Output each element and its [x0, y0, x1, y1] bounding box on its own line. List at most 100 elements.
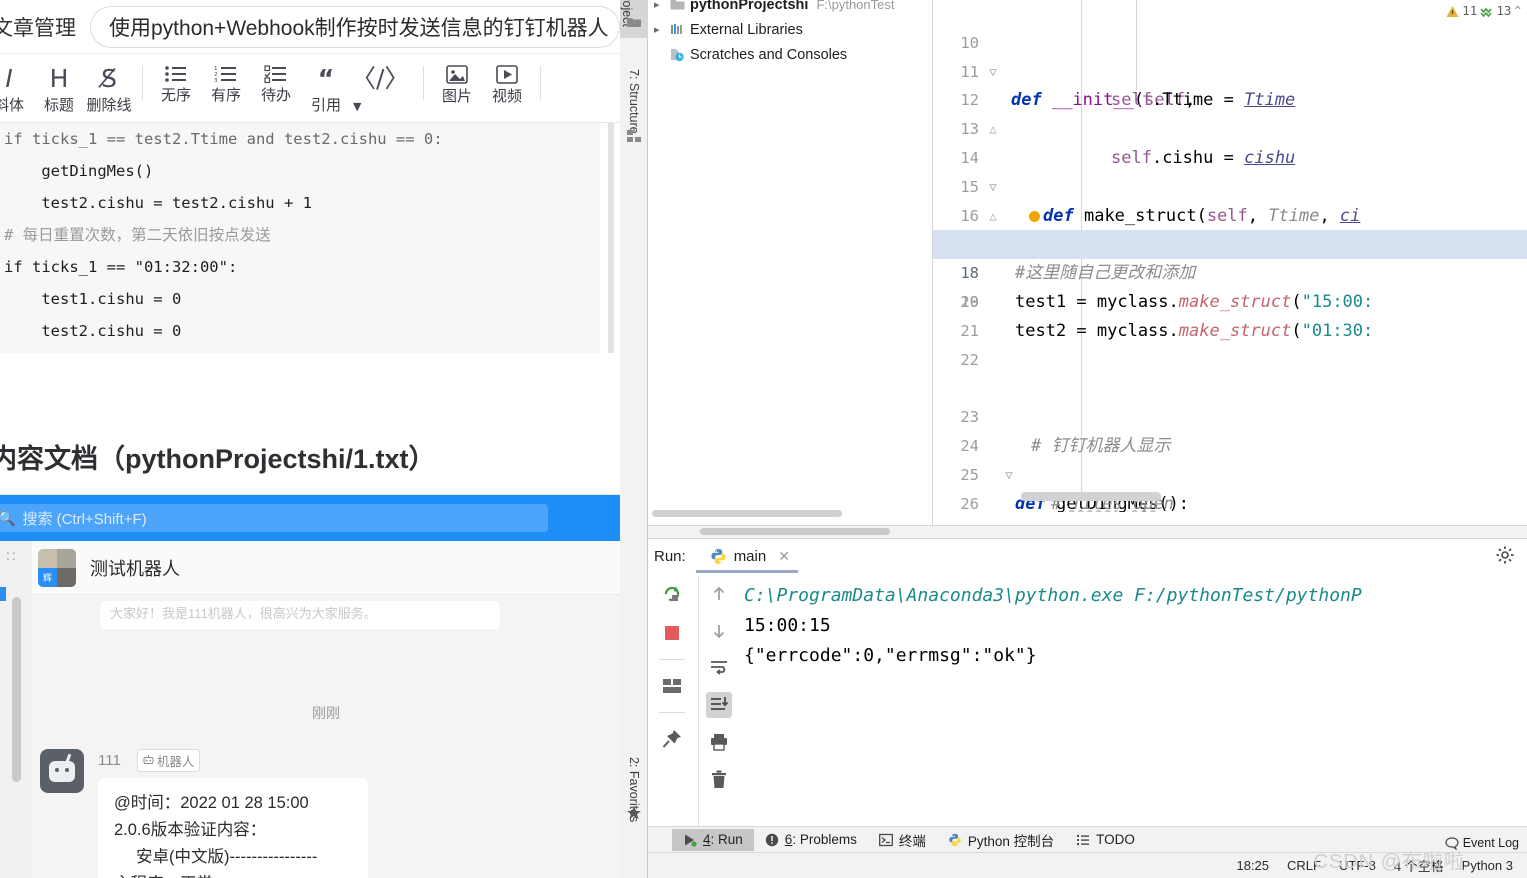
- chevron-up-icon[interactable]: ^: [1514, 0, 1521, 25]
- tool-window-problems[interactable]: 6: Problems: [754, 829, 868, 851]
- chevron-down-icon: ▼: [353, 100, 361, 113]
- code-line: test2.cishu = 0: [4, 315, 600, 347]
- chat-header: 辉 测试机器人: [32, 541, 620, 595]
- tool-window-python-console[interactable]: Python 控制台: [937, 829, 1065, 851]
- warning-triangle-icon: [1446, 5, 1459, 18]
- image-label: 图片: [442, 87, 472, 107]
- todo-list-icon: [264, 64, 288, 84]
- article-scrollbar[interactable]: [608, 123, 614, 353]
- chat-list-scrollbar[interactable]: [12, 597, 21, 782]
- up-button[interactable]: [706, 581, 732, 607]
- chevron-right-icon[interactable]: ▸: [654, 23, 670, 36]
- screenshot-root: 文章管理 使用python+Webhook制作按时发送信息的钉钉机器人 I 斜体…: [0, 0, 1527, 878]
- article-title-input[interactable]: 使用python+Webhook制作按时发送信息的钉钉机器人: [90, 6, 620, 48]
- status-line-separator[interactable]: CRLF: [1287, 858, 1321, 873]
- inspection-widget[interactable]: 11 13 ^: [1444, 0, 1523, 22]
- tree-row[interactable]: Scratches and Consoles: [648, 42, 932, 67]
- status-bar: 18:25 CRLF UTF-8 4 个空格 Python 3: [648, 852, 1527, 878]
- strikethrough-label: 删除线: [86, 96, 131, 116]
- strikethrough-button[interactable]: S̸ 删除线: [84, 60, 134, 116]
- ide-left-rail: 1: Project 7: Structure 2: Favorites: [620, 0, 648, 878]
- browser-pane: 文章管理 使用python+Webhook制作按时发送信息的钉钉机器人 I 斜体…: [0, 0, 620, 878]
- tool-window-terminal[interactable]: 终端: [868, 829, 937, 851]
- code-line: getDingMes(): [4, 155, 600, 187]
- run-toolbar-right: [698, 575, 738, 840]
- tree-label: Scratches and Consoles: [690, 47, 847, 63]
- status-encoding[interactable]: UTF-8: [1339, 858, 1376, 873]
- scratches-icon: [670, 48, 690, 62]
- event-log-icon: [1445, 837, 1459, 850]
- run-panel: Run: main ✕: [648, 538, 1527, 840]
- robot-avatar-icon[interactable]: [40, 749, 84, 793]
- gear-icon[interactable]: [1495, 545, 1515, 565]
- time-divider: 刚刚: [32, 703, 620, 723]
- tree-row[interactable]: ▸ pythonProjectshi F:\pythonTest: [648, 0, 932, 17]
- close-icon[interactable]: ✕: [778, 548, 790, 565]
- breadcrumb[interactable]: 文章管理: [0, 12, 76, 42]
- editor-line: 23 # 钉钉机器人显示: [933, 374, 1527, 403]
- avatar: 辉: [38, 549, 76, 587]
- message-sender: 111: [98, 752, 121, 769]
- image-button[interactable]: 图片: [432, 60, 482, 107]
- tree-row[interactable]: ▸ External Libraries: [648, 17, 932, 42]
- run-console[interactable]: C:\ProgramData\Anaconda3\python.exe F:/p…: [740, 575, 1527, 840]
- folder-icon: [626, 14, 642, 30]
- sidebar-item-favorites[interactable]: 2: Favorites: [620, 740, 648, 840]
- pin-tab-button[interactable]: [659, 726, 685, 752]
- tool-window-todo[interactable]: TODO: [1065, 829, 1146, 851]
- italic-label: 斜体: [0, 96, 24, 116]
- weak-warning-count: 13: [1496, 0, 1511, 25]
- tool-window-label: 终端: [899, 830, 926, 850]
- status-interpreter[interactable]: Python 3: [1462, 858, 1513, 873]
- down-button[interactable]: [706, 618, 732, 644]
- italic-icon: I: [5, 64, 12, 94]
- print-button[interactable]: [706, 729, 732, 755]
- clear-all-button[interactable]: [706, 766, 732, 792]
- pycharm-window: ▸ pythonProjectshi F:\pythonTest ▸ Exter…: [648, 0, 1527, 878]
- tree-label: pythonProjectshi: [690, 0, 808, 13]
- code-line: # 每日重置次数，第二天依旧按点发送: [4, 219, 600, 251]
- python-icon: [948, 833, 962, 847]
- dingtalk-side-rail: ::: [0, 541, 32, 878]
- editor-line: 18 test1 = myclass.make_struct("15:00:: [933, 230, 1527, 259]
- tree-path: F:\pythonTest: [816, 0, 894, 12]
- status-indent[interactable]: 4 个空格: [1394, 856, 1444, 875]
- tool-window-label: Python 控制台: [968, 830, 1054, 850]
- svg-text:3: 3: [214, 78, 218, 84]
- editor-line: 22: [933, 346, 1527, 375]
- todo-list-button[interactable]: 待办: [251, 60, 301, 106]
- scroll-to-end-button[interactable]: [706, 692, 732, 718]
- video-button[interactable]: 视频: [482, 60, 532, 107]
- quote-button[interactable]: “ 引用: [301, 60, 351, 116]
- unordered-list-button[interactable]: 无序: [151, 60, 201, 106]
- editor-line: 13: [933, 86, 1527, 115]
- heading-button[interactable]: H 标题: [34, 60, 84, 116]
- rerun-button[interactable]: [659, 581, 685, 607]
- event-log-label: Event Log: [1463, 836, 1519, 850]
- editor-hscrollbar[interactable]: [1021, 492, 1161, 501]
- run-icon: [683, 833, 697, 847]
- layout-button[interactable]: [659, 673, 685, 699]
- tool-window-label: : Run: [711, 832, 743, 847]
- article-code-block[interactable]: if ticks_1 == test2.Ttime and test2.cish…: [0, 123, 600, 353]
- ordered-list-button[interactable]: 123 有序: [201, 60, 251, 106]
- search-input[interactable]: 🔍 搜索 (Ctrl+Shift+F): [0, 504, 548, 532]
- soft-wrap-button[interactable]: [706, 655, 732, 681]
- italic-button[interactable]: I 斜体: [0, 60, 34, 116]
- tab-main[interactable]: main ✕: [704, 541, 796, 571]
- intention-bulb-icon[interactable]: [1029, 211, 1040, 222]
- tool-window-run[interactable]: 4: Run: [672, 829, 754, 851]
- chevron-right-icon[interactable]: ▸: [654, 0, 670, 11]
- splitter-handle[interactable]: [700, 528, 890, 535]
- event-log-button[interactable]: Event Log: [1445, 836, 1519, 850]
- editor-line: 17 #这里随自己更改和添加: [933, 202, 1527, 231]
- stop-button[interactable]: [659, 620, 685, 646]
- editor-line: 20: [933, 288, 1527, 317]
- message-bubble: @时间：2022 01 28 15:00 2.0.6版本验证内容： 安卓(中文版…: [98, 778, 368, 878]
- code-editor[interactable]: 10 ▽ def __init__(self, 11 13 ^ 11 self.…: [933, 0, 1527, 512]
- dingtalk-chat-pane: 辉 测试机器人 大家好！我是111机器人，很高兴为大家服务。 刚刚 111: [32, 541, 620, 878]
- warning-count: 11: [1462, 0, 1477, 25]
- project-tree-hscrollbar[interactable]: [652, 510, 842, 517]
- code-block-icon: 〈/〉▼: [351, 64, 415, 129]
- line-number: 20: [933, 288, 979, 317]
